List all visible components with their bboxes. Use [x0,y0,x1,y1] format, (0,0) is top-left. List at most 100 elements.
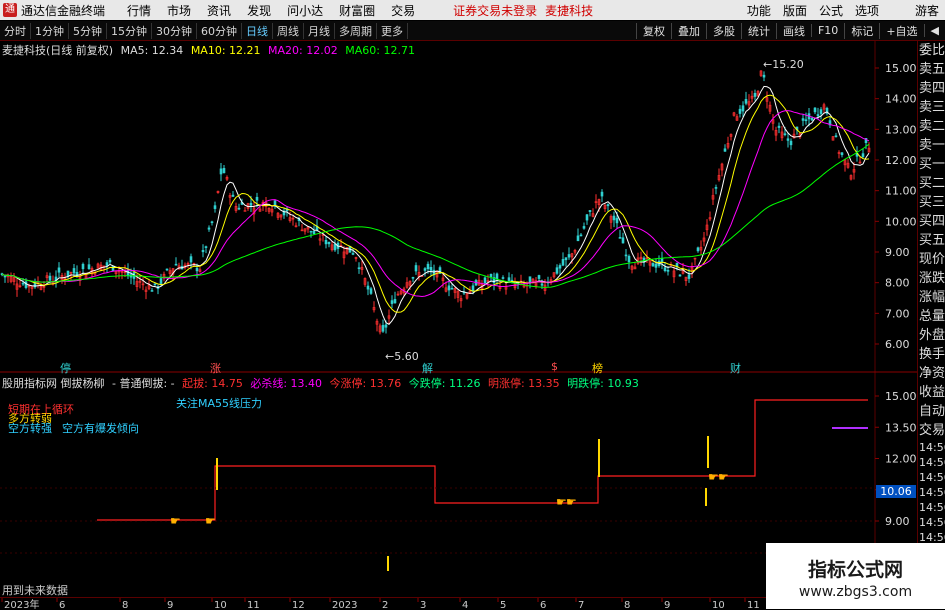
fuquan-button[interactable]: 复权 [635,22,671,39]
f10-button[interactable]: F10 [810,24,844,37]
price-tick: 8.00 [885,277,910,290]
quote-field-1: 卖五 [919,62,945,77]
marker-ting[interactable]: 停 [60,360,71,376]
candle-body [816,114,820,117]
candle-body [237,207,241,210]
period-30min[interactable]: 30分钟 [152,22,197,39]
candle-body [561,259,565,266]
period-15min[interactable]: 15分钟 [107,22,152,39]
period-more[interactable]: 更多 [377,22,408,39]
quote-field-9: 买四 [919,214,945,229]
mark-button[interactable]: 标记 [844,22,879,39]
draw-line-button[interactable]: 画线 [775,22,811,39]
candle-body [687,274,691,279]
collapse-button[interactable]: ◀ [923,24,945,37]
menu-jiaoyi[interactable]: 交易 [383,2,423,19]
candle-body [696,247,700,252]
menu-banmian[interactable]: 版面 [777,2,813,19]
menu-hangqing[interactable]: 行情 [119,2,159,19]
hand-signal-icon: ☛ [718,470,729,484]
quote-field-10: 买五 [919,233,945,248]
multi-stock-button[interactable]: 多股 [705,22,741,39]
candle-body [615,217,619,224]
period-fenshi[interactable]: 分时 [0,22,31,39]
guest-label[interactable]: 游客 [909,2,945,19]
date-tick: 2023年 [4,598,39,610]
overlay-button[interactable]: 叠加 [670,22,706,39]
quote-field-20[interactable]: 交易 [918,421,945,440]
main-legend: 麦捷科技(日线 前复权) MA5: 12.34 MA10: 12.21 MA20… [2,42,419,58]
marker-bang[interactable]: 榜 [592,360,603,376]
candle-body [384,324,388,328]
marker-dollar[interactable]: $ [551,360,558,373]
candle-body [801,118,805,121]
candle-body [174,263,178,266]
candle-body [87,264,91,269]
candle-body [423,268,427,271]
future-data-label: 用到未来数据 [2,584,68,597]
menu-caifuquan[interactable]: 财富圈 [331,2,383,19]
quote-field-5: 卖一 [919,138,945,153]
candle-body [588,210,592,212]
marker-cai[interactable]: 财 [730,360,741,376]
quote-field-4: 卖二 [919,119,945,134]
quote-field-16: 换手 [919,347,945,362]
period-weekly[interactable]: 周线 [273,22,304,39]
menu-shichang[interactable]: 市场 [159,2,199,19]
indicator-title: 股朋指标网 倒拔杨柳 [2,377,105,390]
low-price-label: ←5.60 [385,350,419,363]
candle-body [381,325,385,332]
indicator-mingdieting: 明跌停: 10.93 [567,377,639,390]
watermark-url: www.zbgs3.com [798,584,913,600]
period-monthly[interactable]: 月线 [304,22,335,39]
signal-bar [705,488,707,506]
indicator-tick: 15.00 [885,390,917,403]
menu-xuanxiang[interactable]: 选项 [849,2,885,19]
candle-body [555,267,559,274]
quote-field-19[interactable]: 自动 [918,402,945,421]
add-watchlist-button[interactable]: +自选 [879,22,923,39]
marker-jie[interactable]: 解 [422,360,433,376]
candle-body [195,267,199,272]
stock-name: 麦捷科技 [545,3,594,18]
candle-body [810,117,814,121]
period-5min[interactable]: 5分钟 [69,22,107,39]
candle-body [723,148,727,152]
candle-body [426,263,430,270]
candle-body [576,235,580,242]
period-multi[interactable]: 多周期 [335,22,377,39]
period-toolbar: 分时 1分钟 5分钟 15分钟 30分钟 60分钟 日线 周线 月线 多周期 更… [0,21,945,41]
quote-field-14: 总量 [919,309,945,324]
candle-body [213,205,217,209]
indicator-bishafl: 必杀线: 13.40 [250,377,323,390]
candle-body [369,288,373,294]
candle-body [447,285,451,291]
candle-body [540,283,544,286]
period-1min[interactable]: 1分钟 [31,22,69,39]
candle-body [789,140,793,146]
candle-body [663,267,667,272]
candle-body [840,152,844,156]
period-daily[interactable]: 日线 [242,22,273,39]
indicator-qiba: 起拔: 14.75 [182,377,243,390]
candle-body [81,263,85,270]
period-60min[interactable]: 60分钟 [197,22,242,39]
menu-gongshi[interactable]: 公式 [813,2,849,19]
kline-chart[interactable]: ☛ ☛☛ ☛☛ ☛ 15.0014.0013.0012.0011.0010.009.0… [0,41,917,597]
menu-faxian[interactable]: 发现 [239,2,279,19]
stats-button[interactable]: 统计 [740,22,776,39]
price-tick: 13.00 [885,123,917,136]
menu-zixun[interactable]: 资讯 [199,2,239,19]
candle-body [651,262,655,267]
marker-zhang[interactable]: 涨 [210,360,221,376]
indicator-legend: 股朋指标网 倒拔杨柳 - 普通倒拔: - 起拔: 14.75 必杀线: 13.4… [2,375,643,391]
candle-body [558,265,562,269]
candle-body [327,241,331,245]
price-tick: 10.00 [885,215,917,228]
login-warning[interactable]: 证券交易未登录 [453,2,537,19]
menu-gongneng[interactable]: 功能 [741,2,777,19]
legend-ma10: MA10: 12.21 [190,44,261,57]
quote-field-22: 14:56 [919,456,945,469]
candle-body [786,138,790,141]
menu-wenxiaoda[interactable]: 问小达 [279,2,331,19]
